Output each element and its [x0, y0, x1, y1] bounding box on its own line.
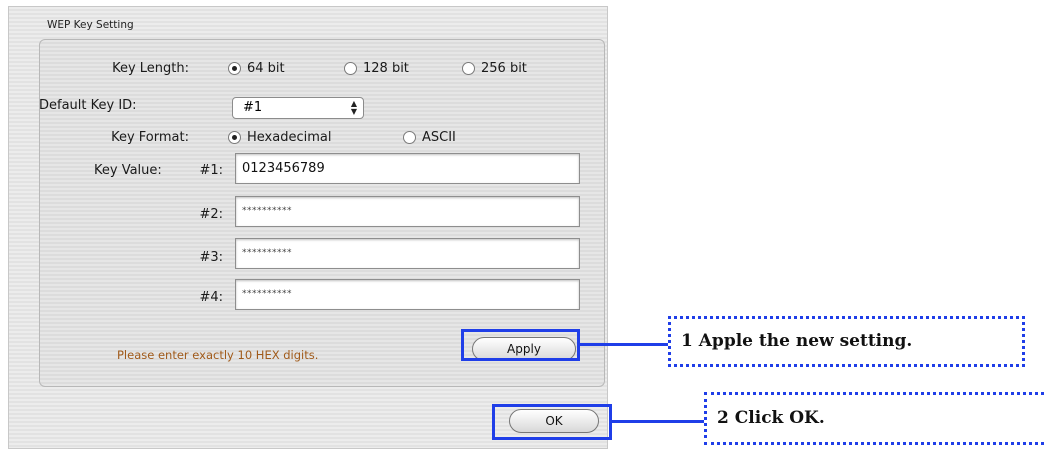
callout-2-connector: [612, 420, 704, 423]
radio-128-bit-label: 128 bit: [363, 61, 409, 76]
apply-highlight-box: [461, 329, 580, 361]
key-2-field[interactable]: **********: [235, 196, 580, 227]
radio-256-bit-label: 256 bit: [481, 61, 527, 76]
group-title: WEP Key Setting: [47, 19, 134, 31]
wep-dialog: WEP Key Setting Key Length: 64 bit 128 b…: [8, 6, 608, 449]
hint-text: Please enter exactly 10 HEX digits.: [117, 348, 319, 362]
callout-1-connector: [580, 343, 668, 346]
radio-ascii-label: ASCII: [422, 130, 456, 145]
radio-64-bit[interactable]: 64 bit: [228, 61, 285, 76]
radio-unselected-icon: [403, 131, 416, 144]
key-4-field[interactable]: **********: [235, 279, 580, 310]
radio-hexadecimal[interactable]: Hexadecimal: [228, 130, 331, 145]
callout-1-text: 1 Apple the new setting.: [681, 331, 913, 351]
radio-selected-icon: [228, 62, 241, 75]
key-1-field[interactable]: 0123456789: [235, 153, 580, 184]
key-length-label: Key Length:: [112, 61, 189, 76]
radio-ascii[interactable]: ASCII: [403, 130, 456, 145]
radio-unselected-icon: [462, 62, 475, 75]
key-3-label: #3:: [199, 250, 223, 265]
default-key-id-label: Default Key ID:: [39, 98, 137, 113]
radio-256-bit[interactable]: 256 bit: [462, 61, 527, 76]
callout-2: 2 Click OK.: [704, 392, 1044, 445]
key-1-label: #1:: [199, 163, 223, 178]
radio-64-bit-label: 64 bit: [247, 61, 285, 76]
key-2-label: #2:: [199, 207, 223, 222]
key-3-field[interactable]: **********: [235, 238, 580, 269]
radio-128-bit[interactable]: 128 bit: [344, 61, 409, 76]
key-value-label: Key Value:: [94, 163, 162, 178]
radio-selected-icon: [228, 131, 241, 144]
default-key-id-select[interactable]: #1 ▲ ▼: [232, 97, 364, 119]
callout-2-text: 2 Click OK.: [717, 408, 825, 428]
radio-unselected-icon: [344, 62, 357, 75]
radio-hexadecimal-label: Hexadecimal: [247, 130, 332, 145]
ok-highlight-box: [492, 404, 612, 440]
updown-arrows-icon: ▲ ▼: [350, 99, 357, 116]
key-format-label: Key Format:: [111, 130, 189, 145]
callout-1: 1 Apple the new setting.: [668, 316, 1025, 367]
key-4-label: #4:: [199, 290, 223, 305]
default-key-id-value: #1: [243, 100, 263, 115]
